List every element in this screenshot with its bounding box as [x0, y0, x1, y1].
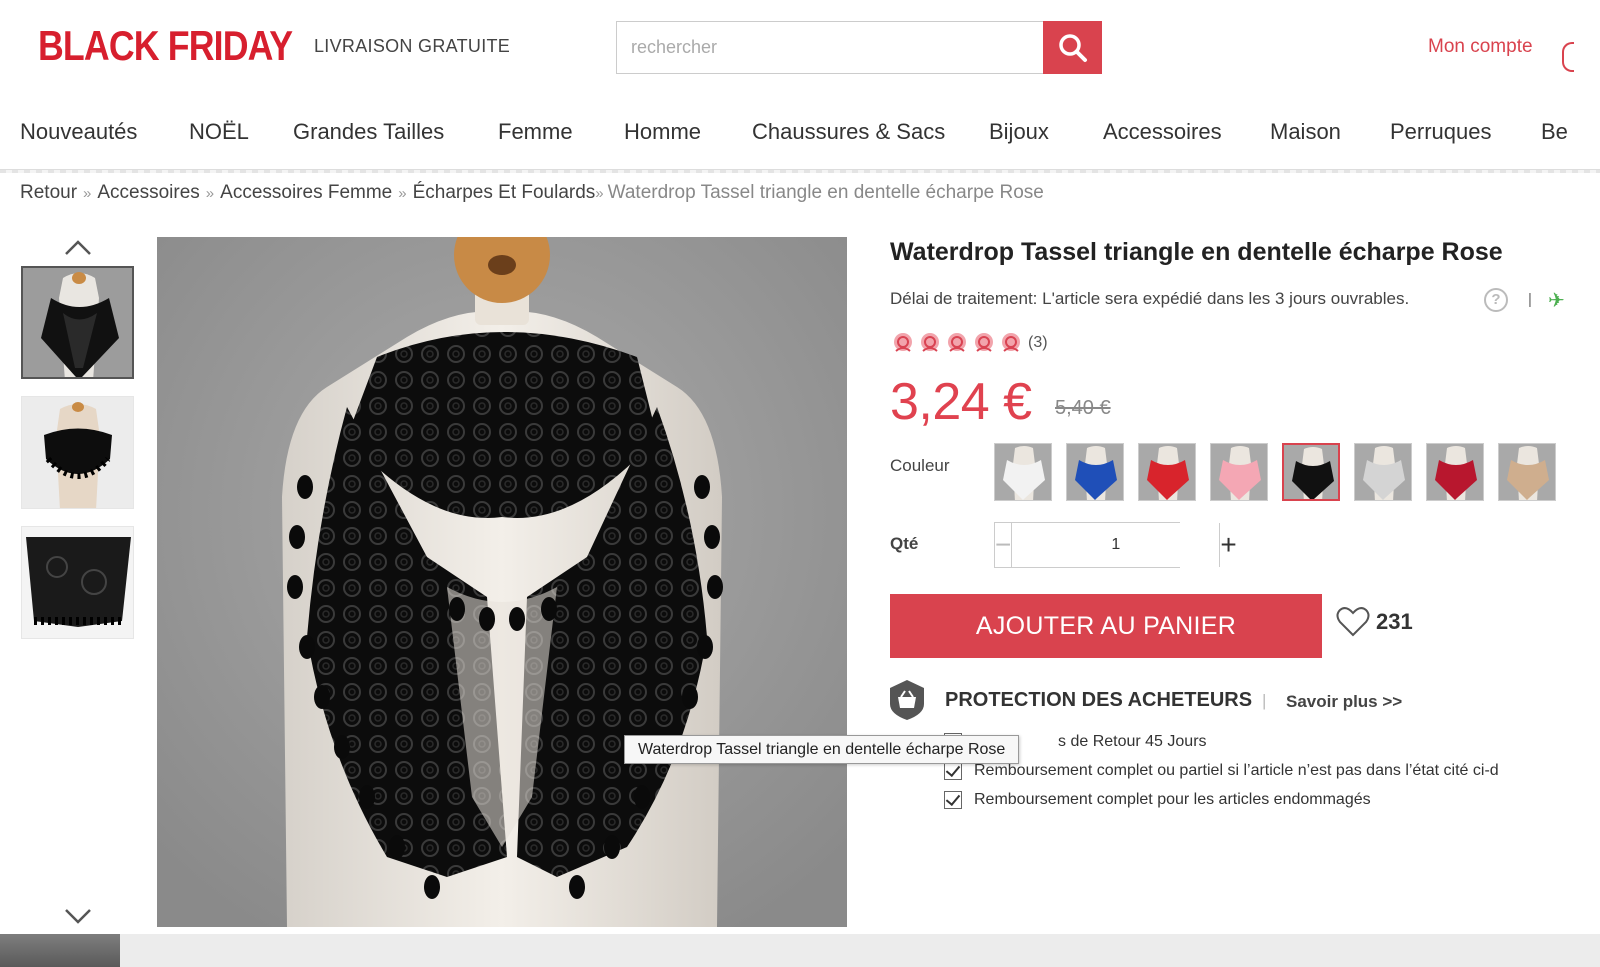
breadcrumb: Retour» Accessoires» Accessoires Femme» Éch… — [20, 182, 1044, 204]
rose-rating-icon — [1002, 333, 1020, 352]
add-to-cart-button[interactable]: AJOUTER AU PANIER — [890, 594, 1322, 658]
nav-item-noel[interactable]: NOËL — [189, 119, 249, 145]
color-swatch-red[interactable] — [1138, 443, 1196, 501]
os-dock — [0, 934, 1600, 967]
protection-item: Remboursement complet pour les articles … — [944, 791, 1371, 809]
swatch-image — [1211, 444, 1267, 500]
nav-item-maison[interactable]: Maison — [1270, 119, 1341, 145]
breadcrumb-accessoires-femme[interactable]: Accessoires Femme — [220, 182, 392, 203]
nav-item-perruques[interactable]: Perruques — [1390, 119, 1492, 145]
search-input[interactable] — [617, 22, 1043, 73]
breadcrumb-accessoires[interactable]: Accessoires — [97, 182, 199, 203]
site-header: BLACK FRIDAY LIVRAISON GRATUITE Mon comp… — [0, 0, 1600, 95]
nav-item-homme[interactable]: Homme — [624, 119, 701, 145]
color-swatch-blue[interactable] — [1066, 443, 1124, 501]
thumbnail-3[interactable] — [21, 526, 134, 639]
logo[interactable]: BLACK FRIDAY — [38, 22, 293, 70]
main-nav: Nouveautés NOËL Grandes Tailles Femme Ho… — [0, 95, 1600, 170]
review-count[interactable]: (3) — [1028, 334, 1048, 352]
scarf-main-image — [157, 237, 847, 927]
rose-rating-icon — [894, 333, 912, 352]
help-icon[interactable]: ? — [1484, 288, 1508, 312]
breadcrumb-separator: » — [595, 185, 604, 202]
quantity-input[interactable] — [1012, 523, 1220, 567]
scarf-thumbnail-image — [22, 527, 133, 638]
color-swatch-pink[interactable] — [1210, 443, 1268, 501]
swatch-image — [1139, 444, 1195, 500]
checkbox-icon — [944, 762, 962, 780]
protection-item: Remboursement complet ou partiel si l’ar… — [944, 762, 1499, 780]
search-icon — [1058, 33, 1087, 62]
wishlist-button[interactable]: 231 — [1336, 606, 1413, 638]
divider: | — [1262, 691, 1267, 710]
color-swatch-black[interactable] — [1282, 443, 1340, 501]
nav-divider — [0, 170, 1600, 173]
color-swatch-white[interactable] — [994, 443, 1052, 501]
nav-item-femme[interactable]: Femme — [498, 119, 573, 145]
wishlist-count: 231 — [1376, 609, 1413, 634]
nav-item-chaussures-sacs[interactable]: Chaussures & Sacs — [752, 119, 945, 145]
thumbnail-2[interactable] — [21, 396, 134, 509]
breadcrumb-current: Waterdrop Tassel triangle en dentelle éc… — [607, 182, 1044, 203]
quantity-label: Qté — [890, 534, 919, 553]
swatch-image — [1499, 444, 1555, 500]
old-price: 5,40 € — [1055, 397, 1111, 419]
thumbnail-1[interactable] — [21, 266, 134, 379]
protection-item-text: s de Retour 45 Jours — [1058, 733, 1207, 750]
color-swatch-light-gray[interactable] — [1354, 443, 1412, 501]
increase-quantity-button[interactable]: + — [1219, 523, 1237, 567]
breadcrumb-echarpes[interactable]: Écharpes Et Foulards — [413, 182, 596, 203]
heart-icon — [1336, 607, 1370, 637]
scarf-thumbnail-image — [22, 397, 133, 508]
protection-item-text: Remboursement complet pour les articles … — [974, 791, 1371, 808]
breadcrumb-separator: » — [83, 185, 92, 202]
nav-item-beaute[interactable]: Be — [1541, 119, 1568, 145]
color-swatch-wine-red[interactable] — [1426, 443, 1484, 501]
divider: | — [1528, 291, 1532, 308]
rose-rating-icon — [975, 333, 993, 352]
dock-strip — [120, 934, 1600, 967]
swatch-image — [1284, 445, 1338, 499]
nav-item-grandes-tailles[interactable]: Grandes Tailles — [293, 119, 444, 145]
breadcrumb-retour[interactable]: Retour — [20, 182, 77, 203]
search-button[interactable] — [1043, 21, 1102, 74]
basket-shield-icon — [890, 680, 924, 720]
search-bar — [616, 21, 1102, 74]
breadcrumb-separator: » — [398, 185, 407, 202]
learn-more-link[interactable]: Savoir plus >> — [1286, 692, 1402, 712]
quantity-stepper: − + — [994, 522, 1237, 568]
swatch-image — [1355, 444, 1411, 500]
decrease-quantity-button[interactable]: − — [995, 523, 1013, 567]
current-price: 3,24 € — [890, 373, 1032, 431]
buyer-protection-title: PROTECTION DES ACHETEURS — [945, 689, 1253, 711]
color-swatch-beige[interactable] — [1498, 443, 1556, 501]
rose-rating-icon — [948, 333, 966, 352]
main-product-image[interactable] — [157, 237, 847, 927]
protection-item-text: Remboursement complet ou partiel si l’ar… — [974, 762, 1499, 779]
rose-rating-icon — [921, 333, 939, 352]
account-link[interactable]: Mon compte — [1428, 36, 1533, 58]
product-title: Waterdrop Tassel triangle en dentelle éc… — [890, 238, 1503, 266]
plane-icon: ✈ — [1548, 290, 1565, 312]
breadcrumb-separator: » — [205, 185, 215, 202]
cart-icon[interactable] — [1562, 42, 1574, 72]
nav-item-bijoux[interactable]: Bijoux — [989, 119, 1049, 145]
color-label: Couleur — [890, 456, 950, 475]
swatch-image — [1067, 444, 1123, 500]
checkbox-icon — [944, 791, 962, 809]
image-tooltip: Waterdrop Tassel triangle en dentelle éc… — [624, 735, 1020, 764]
nav-item-accessoires[interactable]: Accessoires — [1103, 119, 1222, 145]
scarf-thumbnail-image — [23, 268, 132, 377]
swatch-image — [995, 444, 1051, 500]
free-shipping-link[interactable]: LIVRAISON GRATUITE — [314, 36, 510, 57]
chevron-up-icon[interactable] — [64, 238, 92, 258]
swatch-image — [1427, 444, 1483, 500]
processing-delay: Délai de traitement: L'article sera expé… — [890, 289, 1410, 308]
rating-stars[interactable] — [890, 331, 1024, 355]
chevron-down-icon[interactable] — [64, 906, 92, 926]
nav-item-nouveautes[interactable]: Nouveautés — [20, 119, 137, 145]
